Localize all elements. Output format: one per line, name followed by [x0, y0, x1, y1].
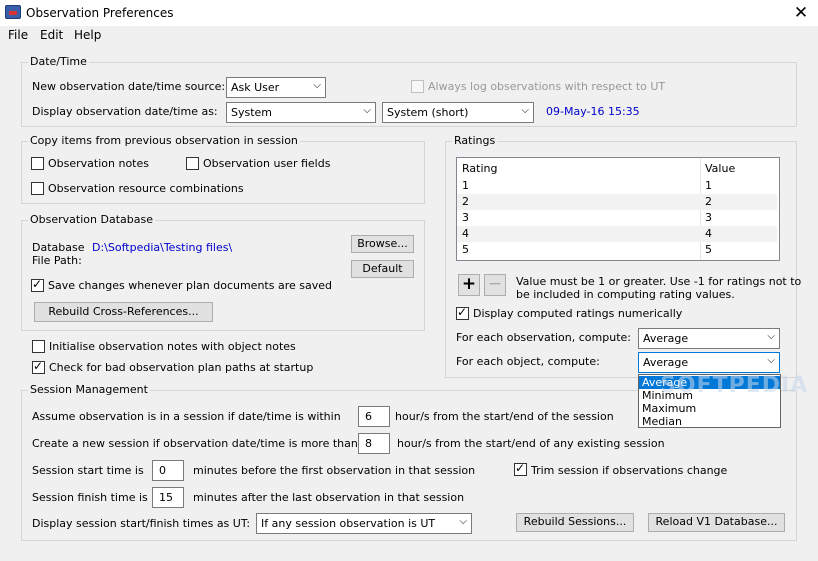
per-object-select[interactable]: Average ⌵	[638, 352, 780, 373]
trim-session-checkbox[interactable]	[514, 461, 527, 476]
display-label: Display observation date/time as:	[32, 105, 218, 118]
new-session-hours-input[interactable]: 8	[358, 433, 390, 454]
ratings-group-label: Ratings	[452, 134, 498, 147]
remove-rating-icon[interactable]: −	[484, 274, 506, 296]
per-observation-select[interactable]: Average ⌵	[638, 328, 780, 349]
option-maximum[interactable]: Maximum	[639, 402, 780, 415]
chevron-down-icon: ⌵	[767, 355, 775, 366]
trim-session-label: Trim session if observations change	[531, 464, 728, 477]
table-row[interactable]: 44	[457, 226, 777, 242]
copy-notes-label: Observation notes	[48, 157, 149, 170]
check-paths-checkbox[interactable]	[32, 359, 45, 374]
menu-edit[interactable]: Edit	[40, 28, 63, 42]
menu-file[interactable]: File	[8, 28, 28, 42]
save-changes-label: Save changes whenever plan documents are…	[48, 279, 332, 292]
session-group-label: Session Management	[28, 383, 150, 396]
db-path-label-1: Database	[32, 241, 85, 254]
copy-resources-label: Observation resource combinations	[48, 182, 244, 195]
table-row[interactable]: 33	[457, 210, 777, 226]
ratings-hint-2: be included in computing rating values.	[516, 288, 735, 301]
start-minutes-input[interactable]: 0	[152, 460, 184, 481]
app-icon	[5, 5, 21, 19]
ut-display-select[interactable]: If any session observation is UT ⌵	[256, 513, 472, 534]
ratings-hint-1: Value must be 1 or greater. Use -1 for r…	[516, 275, 802, 288]
chevron-down-icon: ⌵	[521, 105, 529, 116]
finish-time-suffix: minutes after the last observation in th…	[193, 491, 465, 504]
display-value: System	[231, 106, 273, 119]
per-observation-value: Average	[643, 332, 689, 345]
default-button[interactable]: Default	[351, 260, 414, 278]
always-ut-label: Always log observations with respect to …	[428, 80, 666, 93]
table-row[interactable]: 11	[457, 178, 777, 194]
copy-notes-checkbox[interactable]	[31, 157, 44, 170]
new-session-label: Create a new session if observation date…	[32, 437, 358, 450]
chevron-down-icon: ⌵	[459, 516, 467, 527]
chevron-down-icon: ⌵	[313, 80, 321, 91]
add-rating-icon[interactable]: +	[458, 274, 480, 296]
finish-time-label: Session finish time is	[32, 491, 148, 504]
start-time-suffix: minutes before the first observation in …	[193, 464, 476, 477]
menu-bar	[0, 26, 818, 46]
init-notes-checkbox[interactable]	[32, 340, 45, 353]
assume-label: Assume observation is in a session if da…	[32, 410, 341, 423]
db-path-value: D:\Softpedia\Testing files\	[92, 241, 233, 254]
save-changes-checkbox[interactable]	[31, 277, 44, 292]
display-numeric-label: Display computed ratings numerically	[473, 307, 683, 320]
display-format-value: System (short)	[387, 106, 469, 119]
col-value-header[interactable]: Value	[705, 162, 735, 175]
watermark: SOFTPEDIA	[660, 373, 809, 398]
copy-resources-checkbox[interactable]	[31, 182, 44, 195]
browse-button[interactable]: Browse...	[351, 235, 414, 253]
source-value: Ask User	[231, 81, 280, 94]
ut-display-value: If any session observation is UT	[261, 517, 436, 530]
assume-hours-input[interactable]: 6	[358, 406, 390, 427]
source-label: New observation date/time source:	[32, 80, 226, 93]
source-select[interactable]: Ask User ⌵	[226, 77, 326, 98]
finish-minutes-input[interactable]: 15	[152, 487, 184, 508]
chevron-down-icon: ⌵	[363, 105, 371, 116]
copy-user-fields-label: Observation user fields	[203, 157, 331, 170]
close-icon[interactable]: ✕	[788, 2, 814, 24]
copy-group-label: Copy items from previous observation in …	[28, 134, 300, 147]
option-median[interactable]: Median	[639, 415, 780, 428]
col-rating-header[interactable]: Rating	[462, 162, 497, 175]
display-numeric-checkbox[interactable]	[456, 305, 469, 320]
check-paths-label: Check for bad observation plan paths at …	[49, 361, 314, 374]
ratings-table[interactable]: Rating Value 11 22 33 44 55	[456, 157, 780, 261]
datetime-preview: 09-May-16 15:35	[546, 105, 640, 118]
start-time-label: Session start time is	[32, 464, 144, 477]
display-select[interactable]: System ⌵	[226, 102, 376, 123]
per-object-label: For each object, compute:	[456, 355, 600, 368]
init-notes-label: Initialise observation notes with object…	[49, 340, 296, 353]
assume-suffix: hour/s from the start/end of the session	[395, 410, 614, 423]
database-group-label: Observation Database	[28, 213, 155, 226]
always-ut-checkbox[interactable]	[411, 80, 424, 93]
db-path-label-2: File Path:	[32, 254, 82, 267]
per-object-value: Average	[643, 356, 689, 369]
chevron-down-icon: ⌵	[767, 331, 775, 342]
display-format-select[interactable]: System (short) ⌵	[382, 102, 534, 123]
datetime-group-label: Date/Time	[28, 55, 89, 68]
rebuild-sessions-button[interactable]: Rebuild Sessions...	[516, 513, 634, 532]
rebuild-crossref-button[interactable]: Rebuild Cross-References...	[34, 302, 213, 322]
ut-display-label: Display session start/finish times as UT…	[32, 517, 251, 530]
copy-user-fields-checkbox[interactable]	[186, 157, 199, 170]
table-row[interactable]: 22	[457, 194, 777, 210]
table-row[interactable]: 55	[457, 242, 777, 258]
reload-v1-button[interactable]: Reload V1 Database...	[648, 513, 785, 532]
new-session-suffix: hour/s from the start/end of any existin…	[397, 437, 665, 450]
window-title: Observation Preferences	[26, 6, 174, 20]
per-observation-label: For each observation, compute:	[456, 331, 631, 344]
menu-help[interactable]: Help	[74, 28, 101, 42]
